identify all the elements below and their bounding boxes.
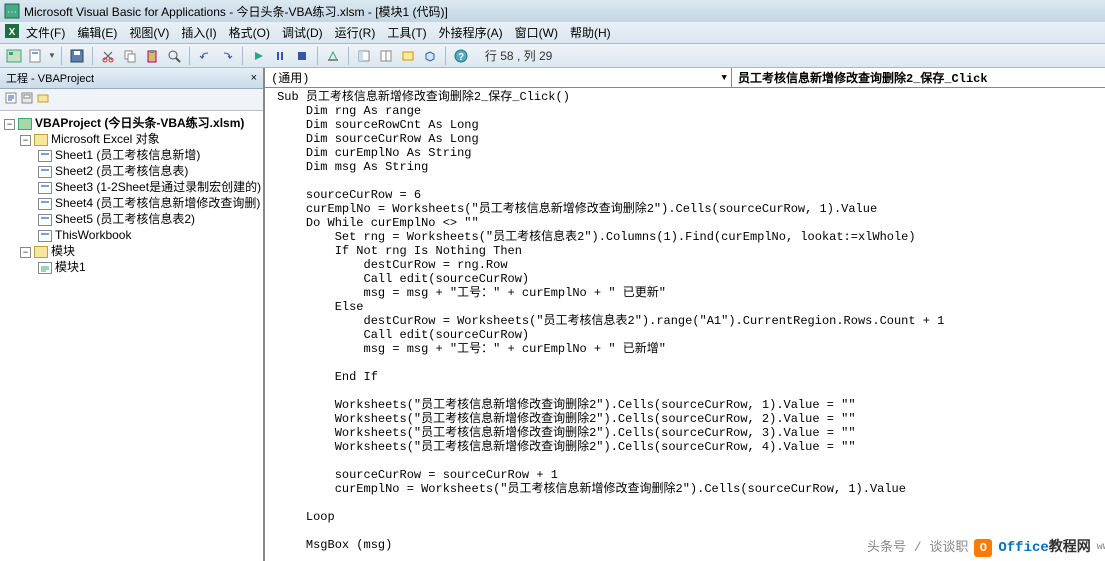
window-title: Microsoft Visual Basic for Applications … [24,3,448,20]
menu-addins[interactable]: 外接程序(A) [433,22,509,43]
project-pane-label: 工程 - VBAProject [6,70,94,86]
tree-excel-objects[interactable]: −Microsoft Excel 对象 [2,131,261,147]
toolbar-separator [348,47,349,65]
toolbar-separator [189,47,190,65]
help-button[interactable]: ? [451,46,471,66]
toolbar-separator [92,47,93,65]
project-pane-toolbar [0,89,263,111]
menu-debug[interactable]: 调试(D) [276,22,329,43]
office-logo-icon: O [974,539,992,557]
tree-sheet[interactable]: Sheet2 (员工考核信息表) [2,163,261,179]
toolbar-separator [61,47,62,65]
toolbar-separator [445,47,446,65]
view-excel-button[interactable] [4,46,24,66]
tree-modules-folder[interactable]: −模块 [2,243,261,259]
dropdown-arrow-icon[interactable]: ▼ [48,51,56,60]
menu-insert[interactable]: 插入(I) [175,22,222,43]
copy-button[interactable] [120,46,140,66]
undo-button[interactable] [195,46,215,66]
toolbar-separator [242,47,243,65]
run-button[interactable] [248,46,268,66]
view-code-button[interactable] [4,91,18,108]
menu-file[interactable]: 文件(F) [20,22,71,43]
svg-text:X: X [9,27,16,38]
save-button[interactable] [67,46,87,66]
properties-button[interactable] [376,46,396,66]
menu-tools[interactable]: 工具(T) [381,22,432,43]
menu-window[interactable]: 窗口(W) [509,22,564,43]
object-dropdown[interactable]: (通用)▼ [265,68,732,87]
pane-close-icon[interactable]: × [251,72,257,84]
project-tree[interactable]: −VBAProject (今日头条-VBA练习.xlsm) −Microsoft… [0,111,263,561]
tree-sheet[interactable]: Sheet3 (1-2Sheet是通过录制宏创建的) [2,179,261,195]
toolbar: ▼ ? 行 58 , 列 29 [0,44,1105,68]
design-mode-button[interactable] [323,46,343,66]
tree-sheet[interactable]: Sheet1 (员工考核信息新增) [2,147,261,163]
menu-edit[interactable]: 编辑(E) [71,22,123,43]
view-object-button[interactable] [20,91,34,108]
excel-icon[interactable]: X [4,23,20,42]
code-header: (通用)▼ 员工考核信息新增修改查询删除2_保存_Click▼ [265,68,1105,88]
toggle-folders-button[interactable] [36,91,50,108]
code-pane: (通用)▼ 员工考核信息新增修改查询删除2_保存_Click▼ Sub 员工考核… [264,68,1105,561]
cut-button[interactable] [98,46,118,66]
insert-module-button[interactable] [26,46,46,66]
project-explorer-button[interactable] [354,46,374,66]
window-titlebar: ⋯ Microsoft Visual Basic for Application… [0,0,1105,22]
vba-app-icon: ⋯ [4,3,20,19]
reset-button[interactable] [292,46,312,66]
project-pane-title: 工程 - VBAProject × [0,68,263,89]
break-button[interactable] [270,46,290,66]
toolbox-button[interactable] [420,46,440,66]
tree-sheet[interactable]: Sheet4 (员工考核信息新增修改查询删) [2,195,261,211]
toolbar-separator [317,47,318,65]
menu-run[interactable]: 运行(R) [329,22,382,43]
project-explorer: 工程 - VBAProject × −VBAProject (今日头条-VBA练… [0,68,264,561]
tree-project-root[interactable]: −VBAProject (今日头条-VBA练习.xlsm) [2,115,261,131]
find-button[interactable] [164,46,184,66]
procedure-dropdown[interactable]: 员工考核信息新增修改查询删除2_保存_Click▼ [732,68,1105,87]
menu-format[interactable]: 格式(O) [223,22,276,43]
tree-sheet[interactable]: Sheet5 (员工考核信息表2) [2,211,261,227]
tree-thisworkbook[interactable]: ThisWorkbook [2,227,261,243]
menu-view[interactable]: 视图(V) [123,22,175,43]
object-browser-button[interactable] [398,46,418,66]
watermark: 头条号 / 谈谈职 O Office教程网 www.office26.com [867,539,1105,557]
menubar: X 文件(F) 编辑(E) 视图(V) 插入(I) 格式(O) 调试(D) 运行… [0,22,1105,44]
redo-button[interactable] [217,46,237,66]
tree-module[interactable]: 模块1 [2,259,261,275]
chevron-down-icon: ▼ [722,73,727,83]
svg-text:⋯: ⋯ [7,7,17,18]
menu-help[interactable]: 帮助(H) [564,22,617,43]
svg-text:?: ? [458,52,464,63]
cursor-position: 行 58 , 列 29 [485,47,552,64]
code-editor[interactable]: Sub 员工考核信息新增修改查询删除2_保存_Click() Dim rng A… [265,88,1105,561]
paste-button[interactable] [142,46,162,66]
